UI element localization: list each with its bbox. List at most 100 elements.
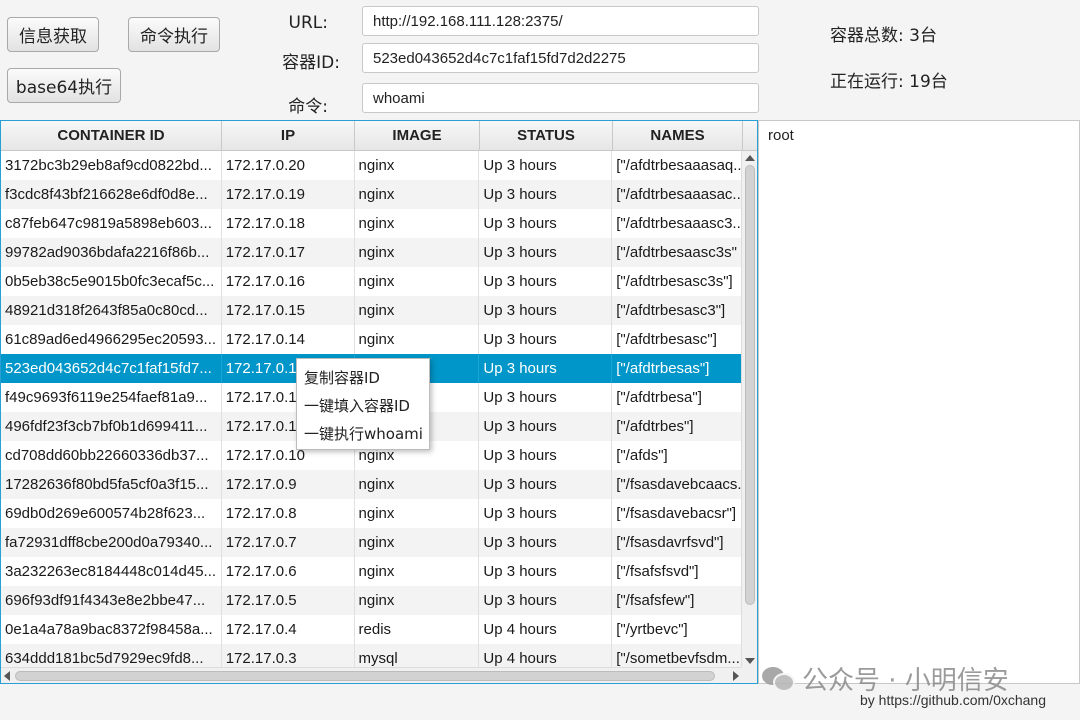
table-cell: 496fdf23f3cb7bf0b1d699411... xyxy=(1,412,222,441)
table-cell: 48921d318f2643f85a0c80cd... xyxy=(1,296,222,325)
command-output-area[interactable]: root xyxy=(758,120,1080,684)
table-cell: Up 3 hours xyxy=(479,238,613,267)
table-cell: nginx xyxy=(355,557,480,586)
author-footer: by https://github.com/0xchang xyxy=(860,692,1046,708)
table-row[interactable]: c87feb647c9819a5898eb603... 172.17.0.18 ng… xyxy=(1,209,742,238)
column-header-image[interactable]: IMAGE xyxy=(355,121,480,150)
table-cell: 696f93df91f4343e8e2bbe47... xyxy=(1,586,222,615)
table-cell: Up 3 hours xyxy=(479,557,613,586)
table-cell: Up 3 hours xyxy=(479,354,613,383)
table-cell: ["/afdtrbesa"] xyxy=(612,383,742,412)
table-cell: 61c89ad6ed4966295ec20593... xyxy=(1,325,222,354)
menu-item-copy-container-id[interactable]: 复制容器ID xyxy=(297,363,429,391)
table-row[interactable]: 0e1a4a78a9bac8372f98458a... 172.17.0.4 red… xyxy=(1,615,742,644)
table-cell: ["/afdtrbesaaasc3... xyxy=(612,209,742,238)
table-cell: 172.17.0.3 xyxy=(222,644,355,668)
table-cell: nginx xyxy=(355,325,480,354)
table-cell: ["/fsafsfsvd"] xyxy=(612,557,742,586)
table-cell: 17282636f80bd5fa5cf0a3f15... xyxy=(1,470,222,499)
watermark-text: 公众号 · 小明信安 xyxy=(802,665,1009,696)
table-row[interactable]: 61c89ad6ed4966295ec20593... 172.17.0.14 ng… xyxy=(1,325,742,354)
table-cell: f3cdc8f43bf216628e6df0d8e... xyxy=(1,180,222,209)
table-cell: Up 3 hours xyxy=(479,441,613,470)
table-cell: Up 3 hours xyxy=(479,296,613,325)
table-cell: Up 3 hours xyxy=(479,325,613,354)
table-cell: ["/fsasdavebacsr"] xyxy=(612,499,742,528)
table-row[interactable]: 0b5eb38c5e9015b0fc3ecaf5c... 172.17.0.16 n… xyxy=(1,267,742,296)
table-cell: nginx xyxy=(355,586,480,615)
table-row[interactable]: 3a232263ec8184448c014d45... 172.17.0.6 ngi… xyxy=(1,557,742,586)
table-cell: Up 4 hours xyxy=(479,615,613,644)
table-cell: ["/afdtrbesaaasac... xyxy=(612,180,742,209)
table-cell: ["/yrtbevc"] xyxy=(612,615,742,644)
scroll-left-arrow-icon[interactable] xyxy=(4,671,10,681)
table-cell: 523ed043652d4c7c1faf15fd7... xyxy=(1,354,222,383)
table-row[interactable]: f3cdc8f43bf216628e6df0d8e... 172.17.0.19 n… xyxy=(1,180,742,209)
table-cell: nginx xyxy=(355,209,480,238)
table-cell: 172.17.0.5 xyxy=(222,586,355,615)
table-cell: Up 3 hours xyxy=(479,499,613,528)
table-cell: 3a232263ec8184448c014d45... xyxy=(1,557,222,586)
table-cell: fa72931dff8cbe200d0a79340... xyxy=(1,528,222,557)
column-header-ip[interactable]: IP xyxy=(222,121,355,150)
table-cell: 172.17.0.17 xyxy=(222,238,355,267)
watermark: 公众号 · 小明信安 xyxy=(762,660,1062,696)
menu-item-fill-container-id[interactable]: 一键填入容器ID xyxy=(297,391,429,419)
command-input[interactable]: whoami xyxy=(362,83,759,113)
table-cell: Up 3 hours xyxy=(479,528,613,557)
command-label: 命令: xyxy=(288,97,328,117)
table-cell: ["/afdtrbesaasc3s" xyxy=(612,238,742,267)
table-cell: nginx xyxy=(355,296,480,325)
table-cell: mysql xyxy=(355,644,480,668)
table-cell: ["/afds"] xyxy=(612,441,742,470)
horizontal-scrollbar[interactable] xyxy=(1,667,742,683)
table-cell: 172.17.0.14 xyxy=(222,325,355,354)
table-cell: Up 3 hours xyxy=(479,209,613,238)
table-cell: nginx xyxy=(355,238,480,267)
table-cell: ["/fsafsfew"] xyxy=(612,586,742,615)
horizontal-scroll-thumb[interactable] xyxy=(15,671,715,681)
table-cell: nginx xyxy=(355,267,480,296)
column-header-names[interactable]: NAMES xyxy=(613,121,743,150)
column-header-container-id[interactable]: CONTAINER ID xyxy=(1,121,222,150)
menu-item-exec-whoami[interactable]: 一键执行whoami xyxy=(297,419,429,447)
table-cell: ["/afdtrbesaaasaq... xyxy=(612,151,742,180)
table-cell: Up 3 hours xyxy=(479,586,613,615)
total-containers-label: 容器总数: 3台 xyxy=(830,26,937,46)
table-cell: redis xyxy=(355,615,480,644)
container-id-label: 容器ID: xyxy=(282,53,340,73)
table-cell: Up 3 hours xyxy=(479,267,613,296)
table-row[interactable]: 634ddd181bc5d7929ec9fd8... 172.17.0.3 mysq… xyxy=(1,644,742,668)
table-cell: 172.17.0.4 xyxy=(222,615,355,644)
table-row[interactable]: 99782ad9036bdafa2216f86b... 172.17.0.17 ng… xyxy=(1,238,742,267)
table-cell: ["/afdtrbesasc3"] xyxy=(612,296,742,325)
table-header: CONTAINER ID IP IMAGE STATUS NAMES xyxy=(1,121,757,151)
table-row[interactable]: 696f93df91f4343e8e2bbe47... 172.17.0.5 ngi… xyxy=(1,586,742,615)
table-cell: ["/afdtrbes"] xyxy=(612,412,742,441)
table-cell: Up 3 hours xyxy=(479,412,613,441)
url-input[interactable]: http://192.168.111.128:2375/ xyxy=(362,6,759,36)
table-row[interactable]: 3172bc3b29eb8af9cd0822bd... 172.17.0.20 ng… xyxy=(1,151,742,180)
table-row[interactable]: 17282636f80bd5fa5cf0a3f15... 172.17.0.9 ng… xyxy=(1,470,742,499)
container-id-input[interactable]: 523ed043652d4c7c1faf15fd7d2d2275 xyxy=(362,43,759,73)
info-get-button[interactable]: 信息获取 xyxy=(7,17,99,52)
scroll-right-arrow-icon[interactable] xyxy=(733,671,739,681)
scroll-up-arrow-icon[interactable] xyxy=(745,155,755,161)
table-cell: ["/afdtrbesasc"] xyxy=(612,325,742,354)
base64-exec-button[interactable]: base64执行 xyxy=(7,68,121,103)
command-exec-button[interactable]: 命令执行 xyxy=(128,17,220,52)
table-row[interactable]: fa72931dff8cbe200d0a79340... 172.17.0.7 ng… xyxy=(1,528,742,557)
table-cell: Up 3 hours xyxy=(479,470,613,499)
table-row[interactable]: 48921d318f2643f85a0c80cd... 172.17.0.15 ng… xyxy=(1,296,742,325)
table-cell: ["/sometbevfsdm... xyxy=(612,644,742,668)
vertical-scroll-thumb[interactable] xyxy=(745,165,755,605)
scroll-down-arrow-icon[interactable] xyxy=(745,658,755,664)
table-cell: Up 3 hours xyxy=(479,151,613,180)
table-cell: 172.17.0.7 xyxy=(222,528,355,557)
column-header-status[interactable]: STATUS xyxy=(480,121,613,150)
table-cell: ["/afdtrbesas"] xyxy=(612,354,742,383)
vertical-scrollbar[interactable] xyxy=(741,151,757,668)
table-cell: 99782ad9036bdafa2216f86b... xyxy=(1,238,222,267)
output-text: root xyxy=(768,127,794,144)
table-row[interactable]: 69db0d269e600574b28f623... 172.17.0.8 ngin… xyxy=(1,499,742,528)
